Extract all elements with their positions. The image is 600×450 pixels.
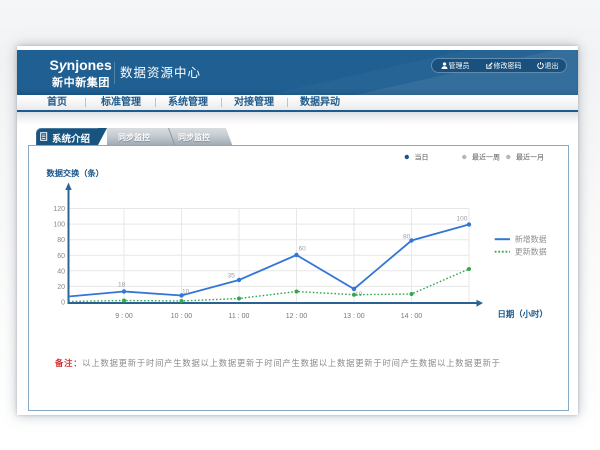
svg-text:80: 80 bbox=[403, 234, 411, 241]
svg-text:10 : 00: 10 : 00 bbox=[171, 313, 193, 320]
svg-text:100: 100 bbox=[53, 222, 65, 229]
svg-text:18: 18 bbox=[118, 282, 126, 289]
svg-text:40: 40 bbox=[57, 268, 65, 275]
svg-text:最近一月: 最近一月 bbox=[516, 153, 544, 162]
svg-text:20: 20 bbox=[57, 284, 65, 291]
svg-text:80: 80 bbox=[57, 237, 65, 244]
svg-text:0: 0 bbox=[61, 300, 65, 307]
svg-text:新增数据: 新增数据 bbox=[515, 234, 547, 244]
svg-text:35: 35 bbox=[228, 273, 236, 280]
svg-text:数据交换（条）: 数据交换（条） bbox=[47, 168, 104, 178]
svg-text:10: 10 bbox=[355, 291, 363, 298]
svg-text:最近一周: 最近一周 bbox=[472, 153, 500, 162]
svg-text:更新数据: 更新数据 bbox=[515, 247, 547, 257]
svg-text:10: 10 bbox=[182, 289, 190, 296]
svg-text:120: 120 bbox=[53, 206, 65, 213]
svg-text:当日: 当日 bbox=[415, 153, 429, 162]
svg-text:日期（小时）: 日期（小时） bbox=[498, 309, 548, 319]
svg-text:14 : 00: 14 : 00 bbox=[401, 313, 423, 320]
svg-text:11 : 00: 11 : 00 bbox=[229, 313, 250, 320]
svg-text:13 : 00: 13 : 00 bbox=[343, 313, 365, 320]
svg-text:9 : 00: 9 : 00 bbox=[115, 313, 133, 320]
svg-text:60: 60 bbox=[57, 253, 65, 260]
svg-text:60: 60 bbox=[299, 246, 307, 253]
svg-text:100: 100 bbox=[457, 216, 468, 223]
svg-text:12 : 00: 12 : 00 bbox=[286, 313, 308, 320]
